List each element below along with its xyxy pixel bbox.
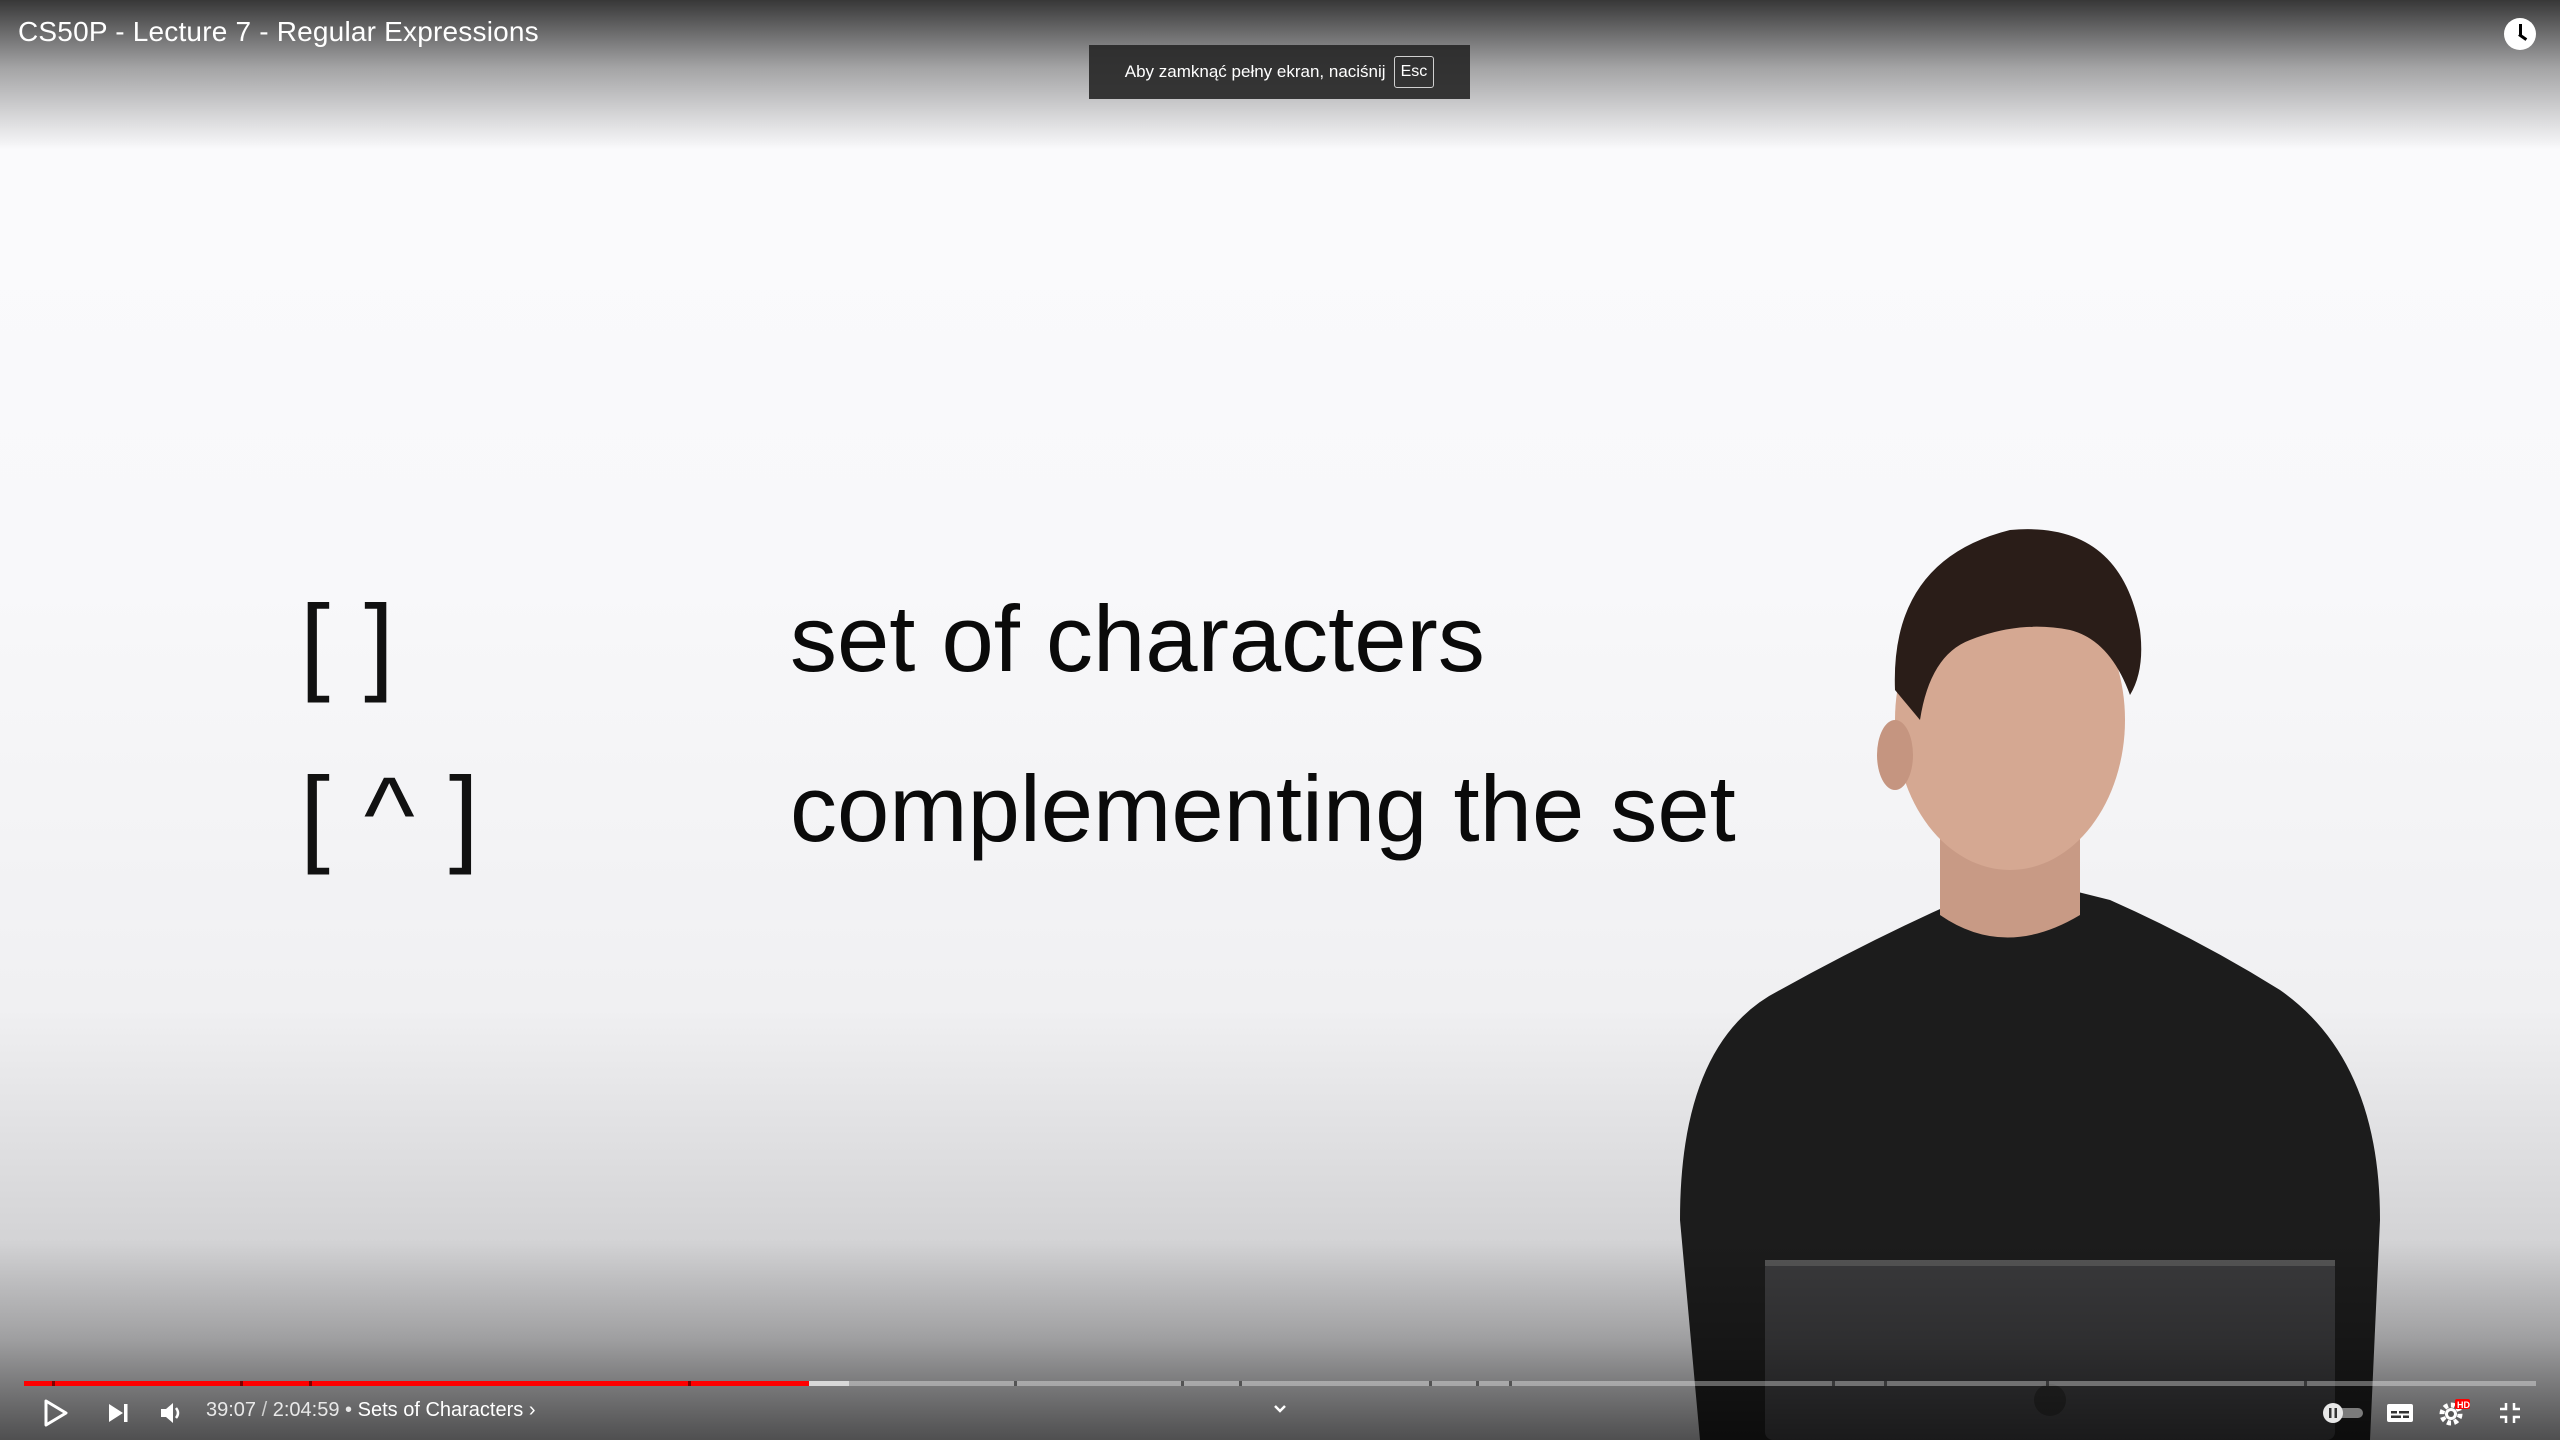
progress-bar[interactable]: [24, 1381, 2536, 1386]
chapter-bullet: •: [345, 1399, 353, 1421]
next-icon: [109, 1404, 128, 1422]
autoplay-toggle[interactable]: [2320, 1393, 2366, 1433]
fullscreen-toast-message: Aby zamknąć pełny ekran, naciśnij: [1124, 62, 1386, 81]
chapter-marker: [1509, 1381, 1512, 1386]
play-button[interactable]: [36, 1393, 76, 1433]
chapter-marker: [688, 1381, 691, 1386]
video-title[interactable]: CS50P - Lecture 7 - Regular Expressions: [18, 16, 539, 48]
chapter-marker: [1429, 1381, 1432, 1386]
exit-fullscreen-icon: [2500, 1403, 2520, 1423]
chapter-marker: [1476, 1381, 1479, 1386]
chevron-down-icon[interactable]: [1270, 1399, 1290, 1419]
autoplay-toggle-icon: [2323, 1403, 2363, 1423]
settings-button[interactable]: HD: [2434, 1393, 2474, 1433]
chapter-marker: [1014, 1381, 1017, 1386]
subtitles-button[interactable]: [2380, 1393, 2420, 1433]
current-time: 39:07: [206, 1399, 257, 1421]
volume-button[interactable]: [152, 1393, 192, 1433]
progress-played: [24, 1381, 810, 1386]
next-button[interactable]: [98, 1393, 138, 1433]
volume-icon: [161, 1403, 180, 1423]
subtitles-icon: [2387, 1404, 2413, 1422]
clock-icon[interactable]: [2504, 18, 2536, 50]
video-player[interactable]: [ ] set of characters [ ^ ] complementin…: [0, 0, 2560, 1440]
chapter-marker: [1181, 1381, 1184, 1386]
chapter-title: Sets of Characters: [357, 1399, 524, 1421]
chapter-marker: [52, 1381, 55, 1386]
chapter-marker: [2046, 1381, 2049, 1386]
duration: 2:04:59: [272, 1399, 340, 1421]
esc-key-hint: Esc: [1393, 56, 1435, 88]
fullscreen-exit-toast: Aby zamknąć pełny ekran, naciśnij Esc: [1089, 45, 1470, 99]
slide-symbol-1: [ ]: [300, 582, 397, 703]
chapter-marker: [240, 1381, 243, 1386]
slide-symbol-2: [ ^ ]: [300, 754, 481, 875]
chapter-marker: [2304, 1381, 2307, 1386]
time-separator: /: [261, 1399, 268, 1421]
time-display: 39:07 / 2:04:59 • Sets of Characters ›: [206, 1399, 535, 1422]
chapter-marker: [1832, 1381, 1835, 1386]
chapter-marker: [1239, 1381, 1242, 1386]
chapter-title-button[interactable]: Sets of Characters ›: [358, 1399, 536, 1421]
chapter-marker: [1884, 1381, 1887, 1386]
chapter-chevron: ›: [528, 1399, 536, 1421]
chapter-marker: [309, 1381, 312, 1386]
play-icon: [44, 1399, 68, 1427]
slide-description-1: set of characters: [790, 586, 1485, 691]
hd-badge: HD: [2457, 1400, 2470, 1410]
exit-fullscreen-button[interactable]: [2490, 1393, 2530, 1433]
slide-description-2: complementing the set: [790, 756, 1736, 861]
